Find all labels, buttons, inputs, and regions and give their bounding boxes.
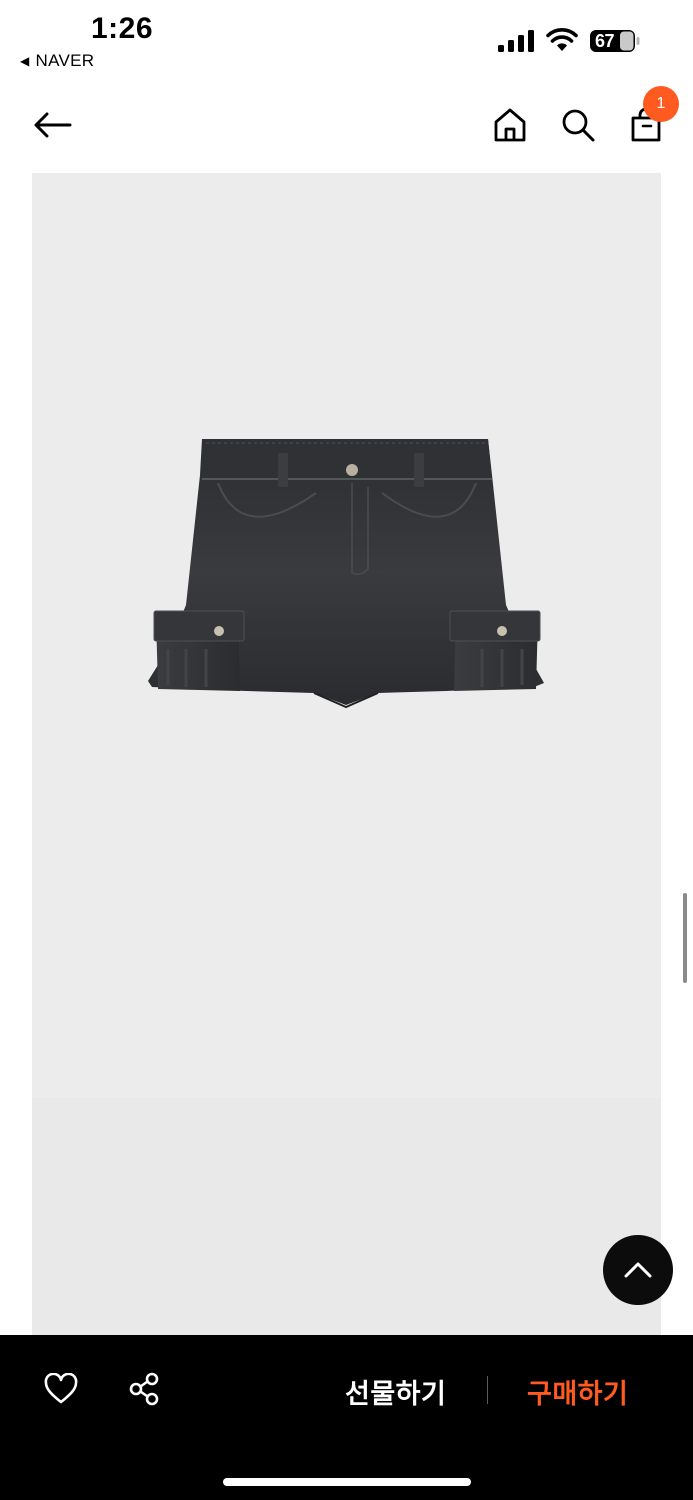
- scroll-to-top-button[interactable]: [603, 1235, 673, 1305]
- scrollbar[interactable]: [683, 893, 687, 983]
- arrow-left-icon: [34, 112, 72, 138]
- gift-button[interactable]: 선물하기: [345, 1372, 446, 1411]
- heart-icon: [44, 1372, 78, 1404]
- share-button[interactable]: [128, 1372, 162, 1406]
- back-triangle-icon: ◀: [20, 54, 30, 68]
- chevron-up-icon: [624, 1262, 652, 1278]
- search-button[interactable]: [558, 105, 598, 145]
- back-app-label: NAVER: [35, 51, 95, 70]
- home-indicator[interactable]: [223, 1478, 471, 1486]
- status-bar: 1:26 ◀ NAVER 67: [0, 0, 693, 80]
- status-time: 1:26: [91, 12, 154, 45]
- cellular-signal-icon: [498, 30, 534, 52]
- back-button[interactable]: [30, 106, 74, 144]
- product-image-gallery[interactable]: [32, 173, 661, 1335]
- like-button[interactable]: [44, 1372, 78, 1405]
- battery-level: 67: [595, 31, 615, 51]
- buy-button[interactable]: 구매하기: [527, 1372, 628, 1411]
- bottom-action-bar: [0, 1335, 693, 1500]
- home-button[interactable]: [490, 105, 530, 145]
- home-icon: [494, 108, 526, 142]
- back-to-app-link[interactable]: ◀ NAVER: [20, 51, 94, 71]
- battery-indicator: 67: [589, 29, 641, 53]
- wifi-icon: [546, 28, 578, 51]
- denim-mini-skirt-image: [148, 439, 544, 709]
- share-icon: [129, 1372, 159, 1406]
- search-icon: [562, 109, 595, 142]
- next-product-image: [32, 1098, 661, 1335]
- button-divider: [487, 1376, 488, 1404]
- cart-count-badge: 1: [643, 86, 679, 122]
